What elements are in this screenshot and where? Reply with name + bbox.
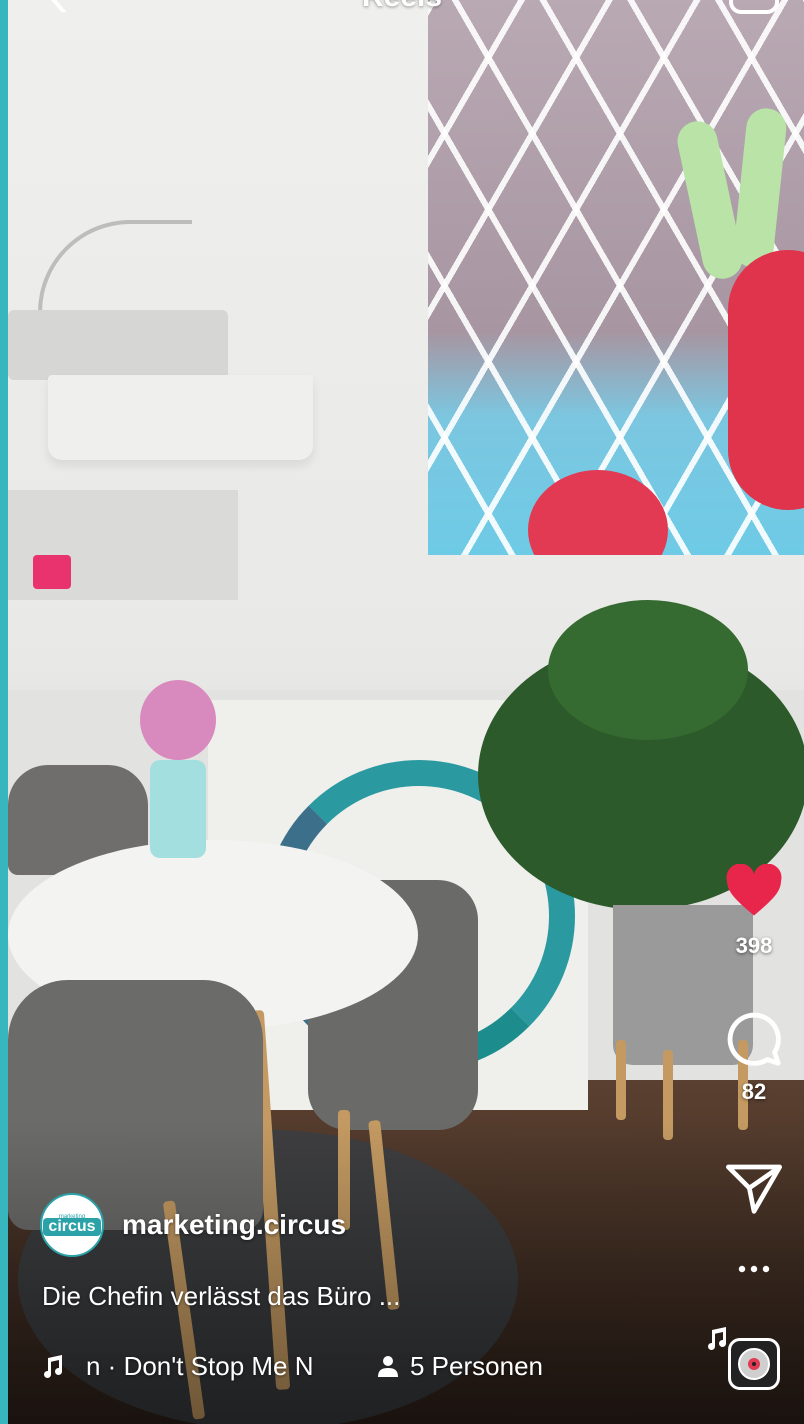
reel-overlay: Reels 398 82	[0, 0, 804, 1424]
more-options-button[interactable]	[714, 1262, 794, 1280]
tagged-people[interactable]: 5 Personen	[376, 1351, 543, 1382]
likes-count: 398	[735, 933, 773, 958]
music-note-icon	[708, 1327, 727, 1350]
audio-row[interactable]: n · Don't Stop Me N 5 Personen	[42, 1348, 543, 1384]
tagged-people-label: 5 Personen	[410, 1350, 543, 1381]
author-username[interactable]: marketing.circus	[122, 1209, 346, 1241]
heart-icon[interactable]	[724, 863, 784, 918]
audio-disc-icon	[738, 1348, 770, 1380]
audio-track-name[interactable]: n · Don't Stop Me N	[86, 1351, 336, 1382]
more-icon	[738, 1265, 770, 1273]
reels-screen: Reels 398 82	[0, 0, 804, 1424]
comments-count: 82	[741, 1079, 767, 1104]
share-action[interactable]	[714, 1162, 794, 1219]
page-title: Reels	[0, 0, 804, 14]
audio-thumbnail[interactable]	[728, 1338, 780, 1390]
avatar-text: circus	[43, 1218, 101, 1236]
person-icon	[378, 1356, 398, 1377]
music-note-icon	[44, 1355, 63, 1378]
like-action[interactable]: 398	[714, 863, 794, 959]
author-row[interactable]: marketing circus marketing.circus	[40, 1190, 346, 1260]
camera-icon	[729, 0, 779, 14]
post-caption[interactable]: Die Chefin verlässt das Büro ...	[42, 1281, 400, 1312]
avatar[interactable]: marketing circus	[40, 1193, 104, 1257]
comment-action[interactable]: 82	[714, 1010, 794, 1105]
comment-icon[interactable]	[725, 1010, 783, 1068]
camera-button[interactable]	[728, 0, 780, 16]
share-icon[interactable]	[726, 1162, 782, 1214]
